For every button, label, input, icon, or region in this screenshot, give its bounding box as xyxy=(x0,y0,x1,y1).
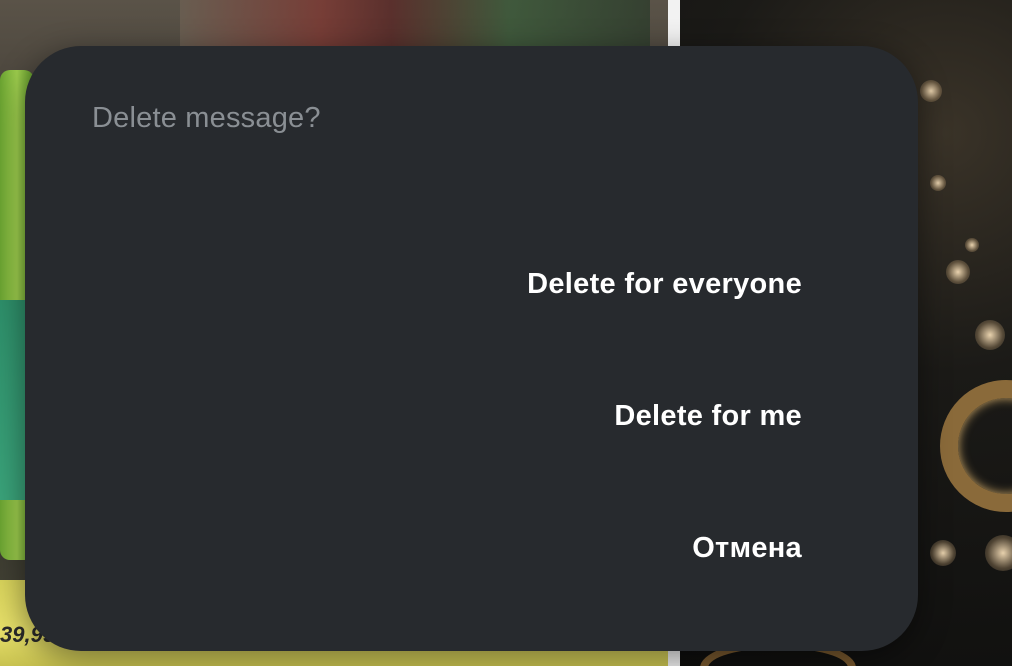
bokeh-light xyxy=(975,320,1005,350)
cancel-button[interactable]: Отмена xyxy=(692,506,802,590)
bokeh-light xyxy=(920,80,942,102)
delete-message-dialog: Delete message? Delete for everyone Dele… xyxy=(25,46,918,651)
bokeh-light xyxy=(946,260,970,284)
delete-for-everyone-button[interactable]: Delete for everyone xyxy=(527,242,802,326)
bokeh-light xyxy=(930,540,956,566)
dialog-title: Delete message? xyxy=(92,102,321,134)
dialog-actions: Delete for everyone Delete for me Отмена xyxy=(527,242,802,590)
bokeh-light xyxy=(930,175,946,191)
delete-for-me-button[interactable]: Delete for me xyxy=(614,374,802,458)
bokeh-light xyxy=(965,238,979,252)
background-bottles xyxy=(180,0,650,46)
